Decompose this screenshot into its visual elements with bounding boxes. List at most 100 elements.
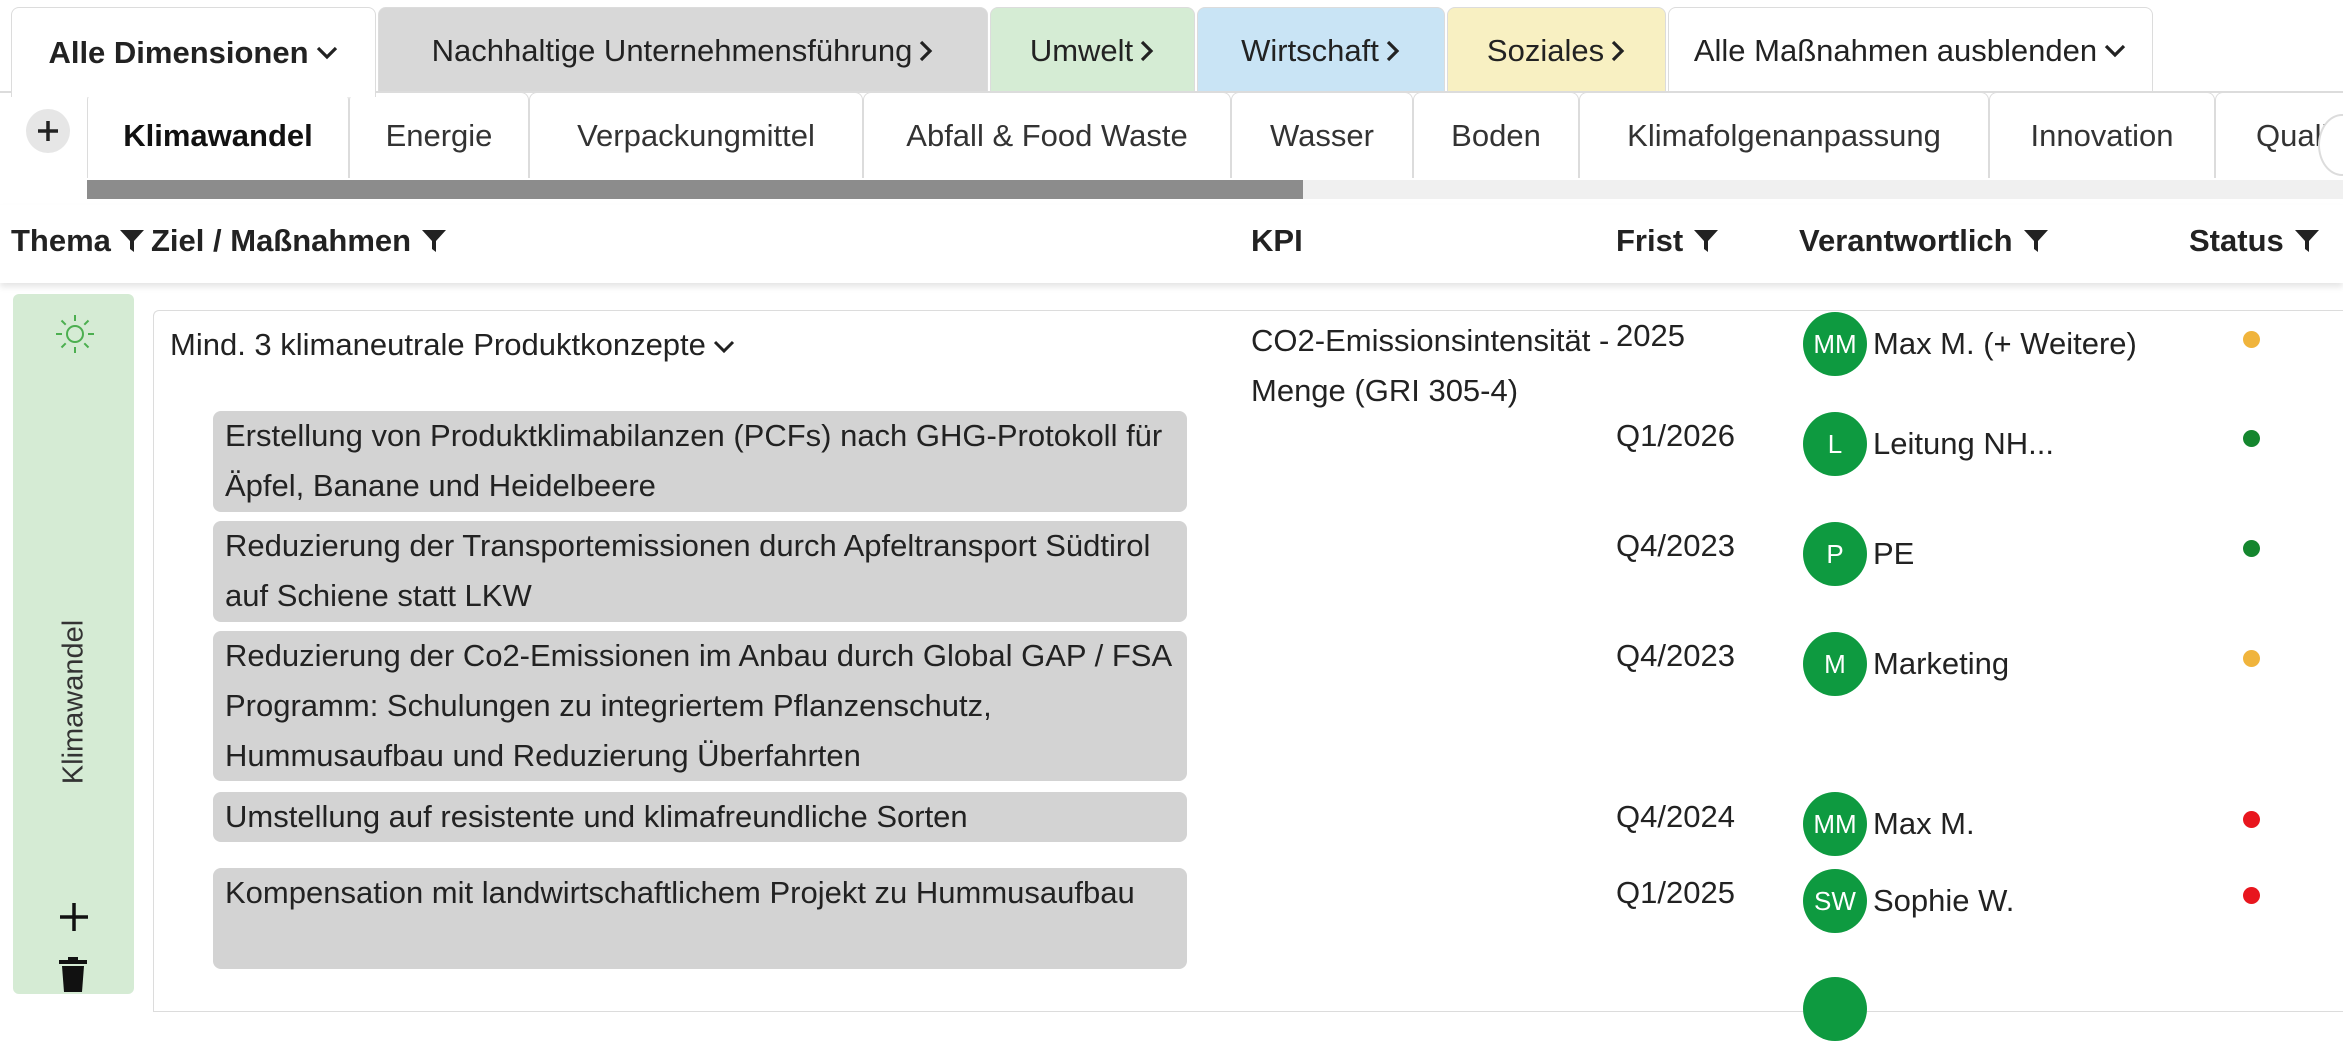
column-verantwortlich[interactable]: Verantwortlich — [1799, 223, 2049, 259]
column-status[interactable]: Status — [2189, 223, 2320, 259]
tab-wirtschaft[interactable]: Wirtschaft — [1197, 7, 1445, 93]
responsible-name: Marketing — [1873, 646, 2010, 681]
measure-frist: Q4/2023 — [1616, 528, 1735, 563]
tab-label: Soziales — [1486, 32, 1605, 68]
chevron-right-icon — [918, 39, 934, 63]
measure-text: Umstellung auf resistente und klimafreun… — [225, 799, 968, 834]
avatar: MM — [1803, 312, 1867, 376]
goal-kpi: CO2-Emissionsintensität - Menge (GRI 305… — [1251, 323, 1610, 408]
tab-label: Klimafolgenanpassung — [1627, 117, 1941, 153]
tab-label: Abfall & Food Waste — [906, 117, 1188, 153]
add-theme-button[interactable] — [26, 109, 70, 153]
measure-frist: Q1/2026 — [1616, 418, 1735, 453]
column-label: Ziel / Maßnahmen — [151, 223, 412, 258]
goal-frist: 2025 — [1616, 318, 1685, 353]
measure-status-dot[interactable] — [2243, 811, 2260, 828]
tab-soziales[interactable]: Soziales — [1447, 7, 1666, 93]
tab-alle-dimensionen[interactable]: Alle Dimensionen — [11, 7, 376, 97]
column-label: KPI — [1251, 223, 1303, 258]
avatar: MM — [1803, 792, 1867, 856]
sun-icon — [53, 312, 97, 361]
measure-responsible[interactable]: SW Sophie W. — [1803, 869, 2014, 933]
tab-scrollbar-thumb[interactable] — [87, 180, 1303, 199]
tab-umwelt[interactable]: Umwelt — [990, 7, 1195, 93]
tab-wasser[interactable]: Wasser — [1231, 92, 1413, 178]
chevron-right-icon — [1385, 39, 1401, 63]
theme-label-vertical: Klimawandel — [54, 620, 94, 784]
tab-verpackungmittel[interactable]: Verpackungmittel — [529, 92, 863, 178]
measure-responsible[interactable]: M Marketing — [1803, 632, 2009, 696]
tab-label: Wirtschaft — [1241, 32, 1379, 68]
measure-row[interactable]: Kompensation mit landwirtschaftlichem Pr… — [213, 868, 1187, 969]
measure-text: Reduzierung der Transportemissionen durc… — [225, 528, 1151, 613]
measure-responsible[interactable]: MM Max M. — [1803, 792, 1975, 856]
filter-icon[interactable] — [2294, 229, 2320, 253]
tab-boden[interactable]: Boden — [1413, 92, 1579, 178]
measure-frist: Q4/2023 — [1616, 638, 1735, 673]
hide-measures-toggle[interactable]: Alle Maßnahmen ausblenden — [1668, 7, 2153, 93]
measure-row[interactable]: Reduzierung der Transportemissionen durc… — [213, 521, 1187, 622]
column-ziel-massnahmen[interactable]: Ziel / Maßnahmen — [151, 223, 447, 259]
measure-text: Kompensation mit landwirtschaftlichem Pr… — [225, 875, 1135, 910]
column-label: Thema — [11, 223, 111, 258]
trash-icon — [59, 957, 87, 992]
dimension-tabs: Alle Dimensionen Nachhaltige Unternehmen… — [0, 0, 2343, 97]
column-frist[interactable]: Frist — [1616, 223, 1719, 259]
avatar — [1803, 977, 1867, 1041]
filter-icon[interactable] — [421, 229, 447, 253]
avatar: P — [1803, 522, 1867, 586]
theme-tabs: Klimawandel Energie Verpackungmittel Abf… — [0, 92, 2343, 199]
tab-label: Alle Maßnahmen ausblenden — [1693, 32, 2098, 68]
theme-panel-klimawandel: Klimawandel — [13, 294, 134, 994]
column-header: Thema Ziel / Maßnahmen KPI Frist Verantw… — [0, 205, 2343, 283]
measure-responsible[interactable]: P PE — [1803, 522, 1914, 586]
measure-status-dot[interactable] — [2243, 430, 2260, 447]
measure-responsible[interactable]: L Leitung NH... — [1803, 412, 2054, 476]
tab-label: Innovation — [2030, 117, 2174, 153]
filter-icon[interactable] — [1693, 229, 1719, 253]
tab-label: Umwelt — [1029, 32, 1134, 68]
column-label: Frist — [1616, 223, 1684, 258]
tab-energie[interactable]: Energie — [349, 92, 529, 178]
tab-label: Verpackungmittel — [577, 117, 815, 153]
responsible-name: PE — [1873, 536, 1915, 571]
measure-row[interactable]: Reduzierung der Co2-Emissionen im Anbau … — [213, 631, 1187, 781]
measure-status-dot[interactable] — [2243, 650, 2260, 667]
measure-row[interactable]: Umstellung auf resistente und klimafreun… — [213, 792, 1187, 842]
tab-label: Klimawandel — [123, 117, 313, 153]
responsible-name: Leitung NH... — [1873, 426, 2054, 461]
tab-klimafolgenanpassung[interactable]: Klimafolgenanpassung — [1579, 92, 1989, 178]
responsible-name: Sophie W. — [1873, 883, 2015, 918]
chevron-right-icon — [1139, 39, 1155, 63]
measure-row[interactable]: Erstellung von Produktklimabilanzen (PCF… — [213, 411, 1187, 512]
measure-frist: Q1/2025 — [1616, 875, 1735, 910]
delete-theme-button[interactable] — [58, 957, 88, 998]
goal-title-text: Mind. 3 klimaneutrale Produktkonzepte — [170, 327, 706, 362]
tab-label: Wasser — [1270, 117, 1374, 153]
column-kpi: KPI — [1251, 223, 1303, 259]
theme-label: Klimawandel — [57, 619, 89, 785]
responsible-name: Max M. — [1873, 806, 1975, 841]
goal-title[interactable]: Mind. 3 klimaneutrale Produktkonzepte — [170, 327, 736, 363]
goal-responsible[interactable]: MM Max M. (+ Weitere) — [1803, 312, 2137, 376]
filter-icon[interactable] — [119, 229, 145, 253]
tab-klimawandel[interactable]: Klimawandel — [87, 92, 349, 178]
filter-icon[interactable] — [2023, 229, 2049, 253]
tab-innovation[interactable]: Innovation — [1989, 92, 2215, 178]
measure-status-dot[interactable] — [2243, 887, 2260, 904]
avatar: L — [1803, 412, 1867, 476]
chevron-down-icon — [315, 45, 339, 61]
plus-icon — [60, 903, 88, 931]
tab-nachhaltige-unternehmensfuehrung[interactable]: Nachhaltige Unternehmensführung — [378, 7, 988, 93]
column-thema[interactable]: Thema — [11, 223, 145, 259]
measure-status-dot[interactable] — [2243, 540, 2260, 557]
tab-abfall-food-waste[interactable]: Abfall & Food Waste — [863, 92, 1231, 178]
goal-status-dot[interactable] — [2243, 331, 2260, 348]
column-label: Verantwortlich — [1799, 223, 2013, 258]
tab-label: Nachhaltige Unternehmensführung — [431, 32, 913, 68]
column-label: Status — [2189, 223, 2284, 258]
add-goal-button[interactable] — [57, 900, 91, 939]
tab-label: Energie — [385, 117, 493, 153]
responsible-name: Max M. (+ Weitere) — [1873, 326, 2137, 361]
plus-icon — [38, 121, 58, 141]
